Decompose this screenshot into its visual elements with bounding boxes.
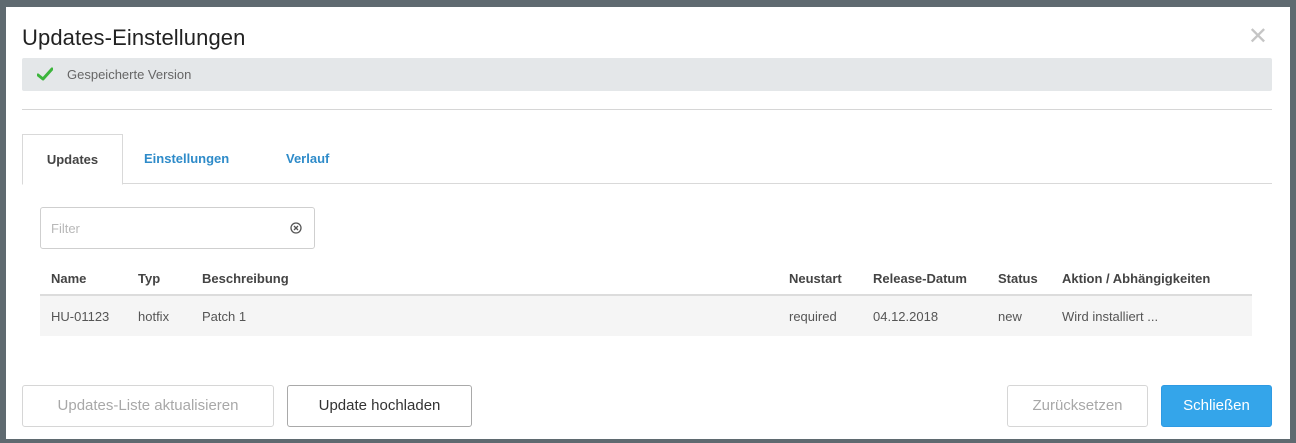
cell-status: new: [998, 309, 1022, 324]
filter-field: [40, 207, 315, 249]
clear-circle-icon[interactable]: [290, 222, 302, 234]
refresh-list-button[interactable]: Updates-Liste aktualisieren: [22, 385, 274, 427]
column-header-restart[interactable]: Neustart: [789, 271, 842, 286]
tab-verlauf[interactable]: Verlauf: [286, 134, 329, 184]
upload-update-button[interactable]: Update hochladen: [287, 385, 472, 427]
column-header-name[interactable]: Name: [51, 271, 86, 286]
tab-updates[interactable]: Updates: [22, 134, 123, 185]
dialog-title: Updates-Einstellungen: [22, 25, 246, 50]
filter-input[interactable]: [51, 218, 271, 238]
cell-type: hotfix: [138, 309, 170, 324]
column-header-type[interactable]: Typ: [138, 271, 160, 286]
tab-einstellungen[interactable]: Einstellungen: [144, 134, 229, 184]
cell-release-date: 04.12.2018: [873, 309, 939, 324]
cell-restart: required: [789, 309, 837, 324]
column-header-description[interactable]: Beschreibung: [202, 271, 289, 286]
cell-name: HU-01123: [51, 309, 110, 324]
cell-description: Patch 1: [202, 309, 247, 324]
table-header: Name Typ Beschreibung Neustart Release-D…: [40, 260, 1252, 296]
close-x-icon[interactable]: ✕: [1248, 25, 1268, 49]
tab-bar: Updates Einstellungen Verlauf: [22, 134, 1272, 185]
cell-action: Wird installiert ...: [1062, 309, 1159, 324]
status-bar: Gespeicherte Version: [22, 58, 1272, 91]
close-button[interactable]: Schließen: [1161, 385, 1272, 427]
column-header-action[interactable]: Aktion / Abhängigkeiten: [1062, 271, 1210, 286]
updates-settings-dialog: Updates-Einstellungen ✕ Gespeicherte Ver…: [6, 7, 1290, 439]
divider: [22, 109, 1272, 110]
status-text: Gespeicherte Version: [67, 67, 192, 82]
table-row[interactable]: HU-01123 hotfix Patch 1 required 04.12.2…: [40, 296, 1252, 336]
reset-button[interactable]: Zurücksetzen: [1007, 385, 1148, 427]
checkmark-icon: [37, 67, 53, 81]
column-header-release-date[interactable]: Release-Datum: [873, 271, 967, 286]
column-header-status[interactable]: Status: [998, 271, 1038, 286]
